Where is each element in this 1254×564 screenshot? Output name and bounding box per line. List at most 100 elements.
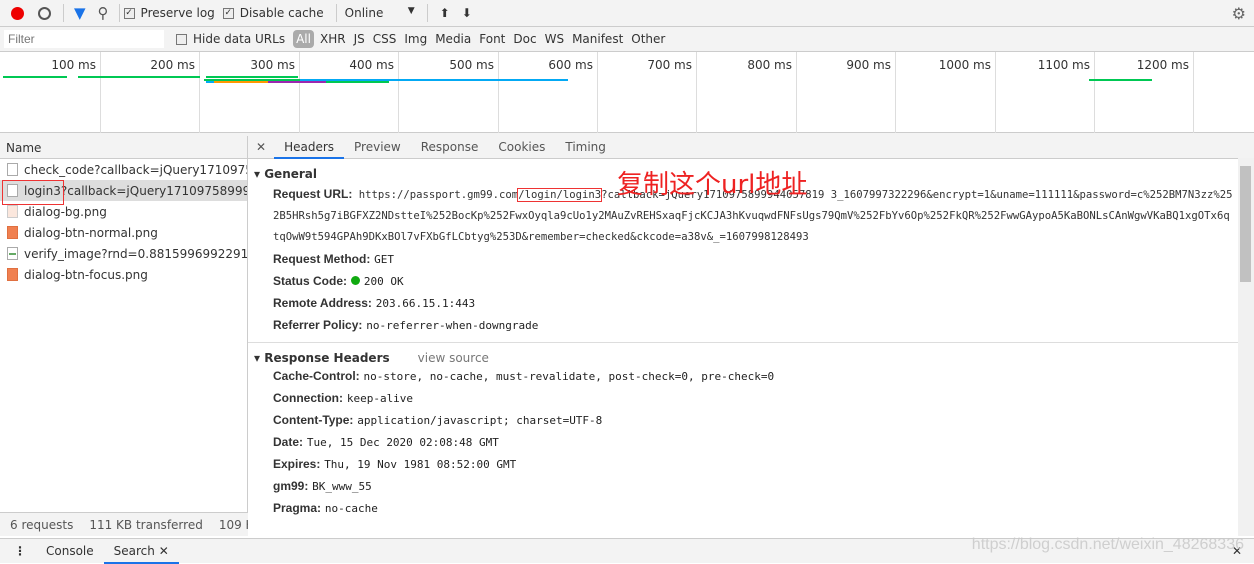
header-value: Thu, 19 Nov 1981 08:52:00 GMT — [324, 458, 517, 471]
request-row[interactable]: dialog-btn-normal.png — [0, 222, 247, 243]
url-path-highlight: /login/login3 — [517, 188, 603, 202]
timeline-tick-label: 300 ms — [250, 58, 295, 72]
filter-type-font[interactable]: Font — [479, 32, 505, 46]
view-source-link[interactable]: view source — [418, 351, 489, 365]
timeline-tick-label: 500 ms — [449, 58, 494, 72]
status-ok-icon — [350, 276, 360, 285]
filter-type-doc[interactable]: Doc — [513, 32, 536, 46]
header-key: Content-Type: — [273, 413, 354, 427]
timeline-tick-label: 600 ms — [548, 58, 593, 72]
annotation-text: 复制这个url地址 — [617, 170, 808, 200]
more-icon[interactable]: ⋮ — [0, 544, 36, 558]
timeline-gridline — [597, 52, 598, 133]
header-key: Request Method: — [273, 252, 371, 266]
timeline-gridline — [696, 52, 697, 133]
filter-type-media[interactable]: Media — [435, 32, 471, 46]
annotation-box — [2, 180, 64, 205]
filter-type-all[interactable]: All — [293, 30, 314, 48]
timeline-gridline — [895, 52, 896, 133]
request-row[interactable]: verify_image?rnd=0.8815996992291748 — [0, 243, 247, 264]
header-key: Referrer Policy: — [273, 318, 363, 332]
header-row: Date: Tue, 15 Dec 2020 02:08:48 GMT — [248, 431, 1238, 453]
tab-cookies[interactable]: Cookies — [488, 136, 555, 159]
filter-type-manifest[interactable]: Manifest — [572, 32, 623, 46]
status-bar: 6 requests 111 KB transferred 109 KB r — [0, 512, 248, 536]
gear-icon[interactable]: ⚙ — [1232, 4, 1246, 23]
tab-headers[interactable]: Headers — [274, 136, 345, 159]
preserve-log-checkbox[interactable]: ✓ — [123, 7, 135, 19]
tab-console[interactable]: Console — [36, 539, 104, 564]
filter-bar: Hide data URLs All XHR JS CSS Img Media Font Do… — [0, 27, 1254, 52]
waterfall-bar — [3, 76, 67, 78]
filter-type-xhr[interactable]: XHR — [320, 32, 346, 46]
header-key: Status Code: — [273, 274, 348, 288]
close-icon[interactable]: ✕ — [159, 544, 169, 558]
timeline-gridline — [299, 52, 300, 133]
tab-timing[interactable]: Timing — [555, 136, 616, 159]
header-row: Expires: Thu, 19 Nov 1981 08:52:00 GMT — [248, 453, 1238, 475]
timeline-gridline — [498, 52, 499, 133]
main-toolbar: ▼ ⚲ ✓ Preserve log ✓ Disable cache Online ▼… — [0, 0, 1254, 27]
request-name: dialog-btn-focus.png — [24, 267, 148, 282]
filter-input[interactable] — [4, 30, 164, 48]
header-row: gm99: BK_www_55 — [248, 475, 1238, 497]
close-icon[interactable]: ✕ — [248, 140, 274, 154]
header-row: Remote Address: 203.66.15.1:443 — [248, 292, 1238, 314]
export-icon[interactable]: ⬇ — [462, 6, 472, 20]
file-icon — [7, 205, 18, 218]
record-icon[interactable] — [11, 6, 24, 20]
waterfall-bar — [326, 81, 389, 83]
throttle-value: Online — [344, 6, 384, 20]
header-value: keep-alive — [346, 392, 414, 405]
tab-search[interactable]: Search ✕ — [103, 539, 179, 564]
hide-data-urls-checkbox[interactable] — [176, 33, 187, 45]
waterfall-bar — [78, 76, 200, 78]
timeline-tick-label: 100 ms — [51, 58, 96, 72]
header-row: Connection: keep-alive — [248, 387, 1238, 409]
filter-type-js[interactable]: JS — [354, 32, 365, 46]
import-icon[interactable]: ⬆ — [440, 6, 450, 20]
header-row: Cache-Control: no-store, no-cache, must-… — [248, 365, 1238, 387]
response-headers-section[interactable]: ▾ Response Headers view source — [248, 343, 1238, 365]
timeline-tick-label: 700 ms — [647, 58, 692, 72]
header-value: application/javascript; charset=UTF-8 — [357, 414, 603, 427]
timeline-gridline — [1094, 52, 1095, 133]
request-row[interactable]: check_code?callback=jQuery171097589... — [0, 159, 247, 180]
waterfall-bar — [268, 81, 326, 83]
file-icon — [7, 226, 18, 239]
header-row: Pragma: no-cache — [248, 497, 1238, 519]
clear-icon[interactable] — [38, 6, 51, 20]
header-row: Status Code: 200 OK — [248, 270, 1238, 292]
preserve-log-label: Preserve log — [140, 6, 215, 20]
header-key: Expires: — [273, 457, 321, 471]
throttle-select[interactable]: Online ▼ — [345, 6, 415, 20]
tab-response[interactable]: Response — [411, 136, 489, 159]
header-value: GET — [374, 253, 395, 266]
request-row[interactable]: dialog-btn-focus.png — [0, 264, 247, 285]
response-headers-title: Response Headers — [264, 351, 390, 365]
header-key: Date: — [273, 435, 304, 449]
header-row: Request Method: GET — [248, 248, 1238, 270]
header-value: no-cache — [324, 502, 378, 515]
filter-type-other[interactable]: Other — [631, 32, 665, 46]
scrollbar-thumb[interactable] — [1240, 166, 1251, 282]
header-value: no-referrer-when-downgrade — [366, 319, 539, 332]
timeline-tick-label: 1 — [1219, 58, 1254, 72]
filter-type-css[interactable]: CSS — [373, 32, 397, 46]
scrollbar[interactable] — [1238, 158, 1254, 536]
header-row: Content-Type: application/javascript; ch… — [248, 409, 1238, 431]
header-key: Pragma: — [273, 501, 322, 515]
waterfall-bar — [206, 81, 214, 83]
filter-icon[interactable]: ▼ — [74, 4, 86, 22]
filter-type-img[interactable]: Img — [404, 32, 427, 46]
tab-preview[interactable]: Preview — [344, 136, 411, 159]
network-overview[interactable]: 100 ms 200 ms 300 ms 400 ms 500 ms 600 ms 700 … — [0, 52, 1254, 133]
timeline-gridline — [995, 52, 996, 133]
disable-cache-checkbox[interactable]: ✓ — [222, 7, 234, 19]
header-key: Connection: — [273, 391, 343, 405]
name-column-header[interactable]: Name — [0, 136, 247, 159]
tab-search-label: Search — [113, 543, 155, 558]
search-icon[interactable]: ⚲ — [98, 4, 109, 22]
filter-type-ws[interactable]: WS — [545, 32, 564, 46]
request-name: check_code?callback=jQuery171097589... — [24, 162, 247, 177]
